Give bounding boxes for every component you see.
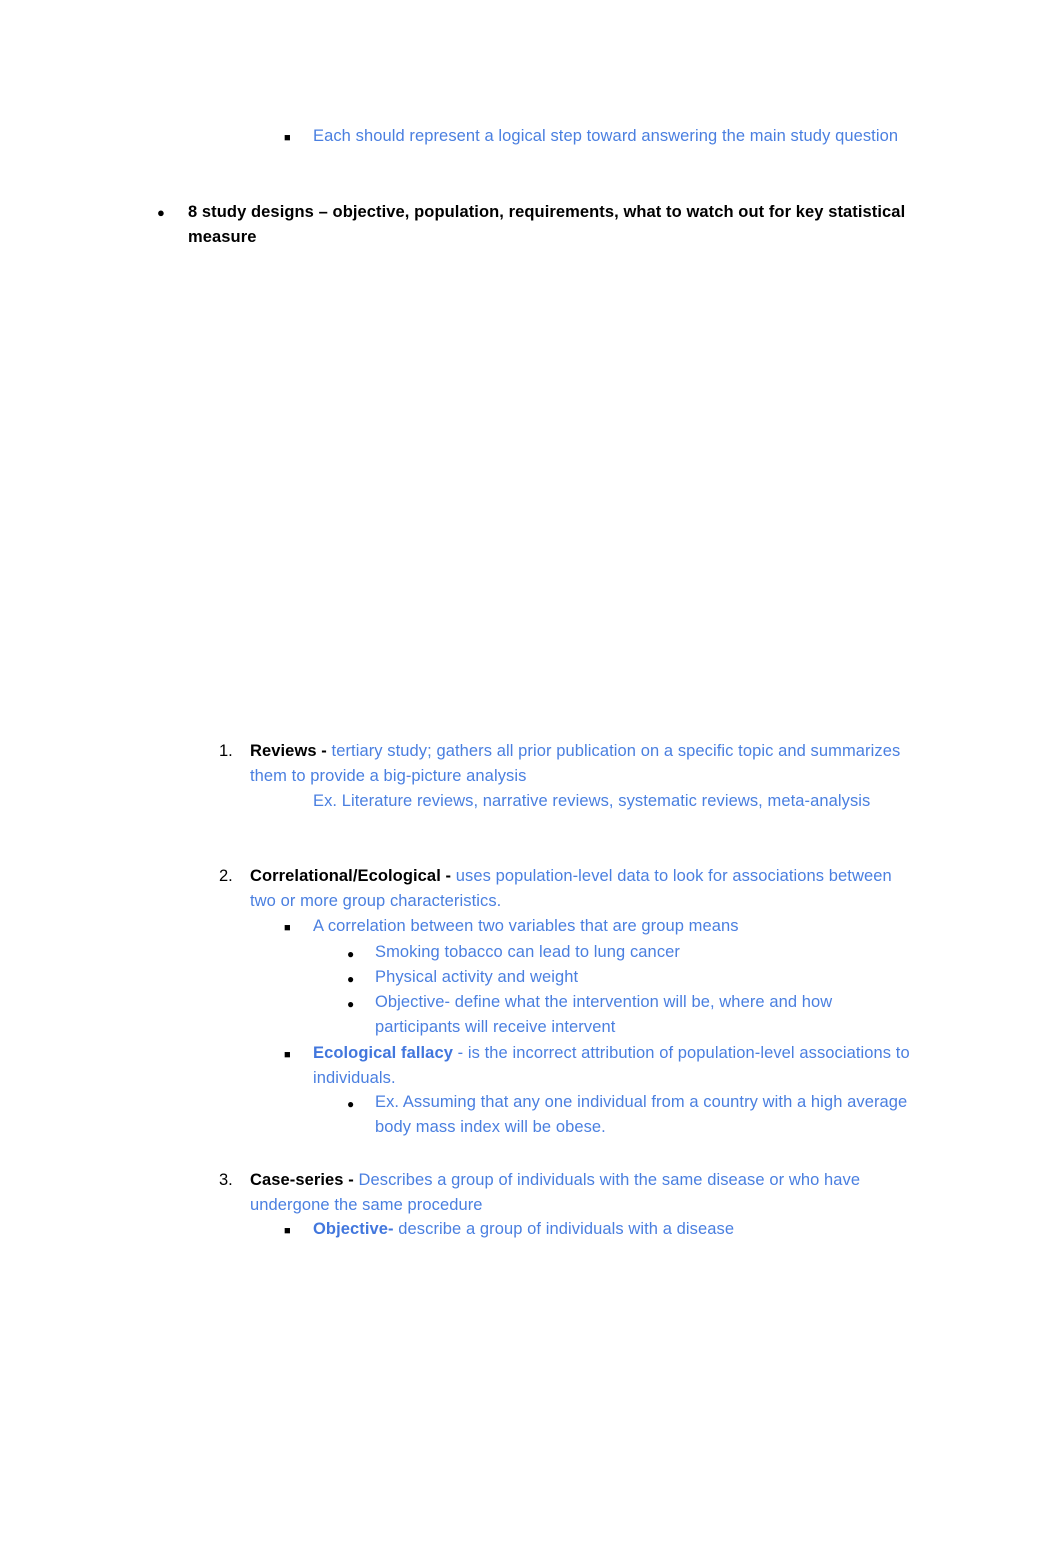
disc-bullet-icon: ● bbox=[157, 205, 165, 220]
main-heading-text: 8 study designs – objective, population,… bbox=[188, 203, 906, 247]
list-item-2-term: Correlational/Ecological - bbox=[250, 867, 456, 885]
objective-term: Objective- bbox=[313, 1220, 394, 1238]
disc-bullet-icon: ● bbox=[347, 947, 355, 961]
square-bullet-icon: ■ bbox=[284, 1225, 291, 1237]
list-number-1: 1. bbox=[219, 742, 233, 760]
square-bullet-icon: ■ bbox=[284, 1049, 291, 1061]
list-item-2-sub-a-child-2: Physical activity and weight bbox=[375, 968, 579, 986]
list-item-3-sub-a-text: Objective- describe a group of individua… bbox=[313, 1217, 921, 1242]
document-page: ■ Each should represent a logical step t… bbox=[0, 0, 1062, 1556]
list-item-1-term: Reviews - bbox=[250, 742, 332, 760]
list-number-3: 3. bbox=[219, 1171, 233, 1189]
list-item-1-text: Reviews - tertiary study; gathers all pr… bbox=[250, 739, 920, 789]
list-item-1-definition: tertiary study; gathers all prior public… bbox=[250, 742, 901, 786]
list-item-3-text: Case-series - Describes a group of indiv… bbox=[250, 1168, 920, 1218]
blank-figure-area bbox=[188, 260, 918, 720]
list-item-2-sub-b-text: Ecological fallacy - is the incorrect at… bbox=[313, 1041, 921, 1091]
top-subbullet-text: Each should represent a logical step tow… bbox=[313, 127, 899, 145]
list-item-1-example-line: Ex. Literature reviews, narrative review… bbox=[313, 792, 871, 810]
list-item-2-sub-a-child-1: Smoking tobacco can lead to lung cancer bbox=[375, 943, 680, 961]
list-item-2-sub-a-child-3: Objective- define what the intervention … bbox=[375, 993, 833, 1037]
square-bullet-icon: ■ bbox=[284, 132, 291, 144]
list-number-2: 2. bbox=[219, 867, 233, 885]
list-item-2-sub-b-child-1: Ex. Assuming that any one individual fro… bbox=[375, 1093, 908, 1137]
list-item-3-term: Case-series - bbox=[250, 1171, 359, 1189]
list-item-2-sub-a-text: A correlation between two variables that… bbox=[313, 917, 739, 935]
list-item-2-text: Correlational/Ecological - uses populati… bbox=[250, 864, 920, 914]
disc-bullet-icon: ● bbox=[347, 997, 355, 1011]
disc-bullet-icon: ● bbox=[347, 972, 355, 986]
disc-bullet-icon: ● bbox=[347, 1097, 355, 1111]
objective-definition: describe a group of individuals with a d… bbox=[393, 1220, 735, 1238]
square-bullet-icon: ■ bbox=[284, 922, 291, 934]
ecological-fallacy-term: Ecological fallacy bbox=[313, 1044, 453, 1062]
